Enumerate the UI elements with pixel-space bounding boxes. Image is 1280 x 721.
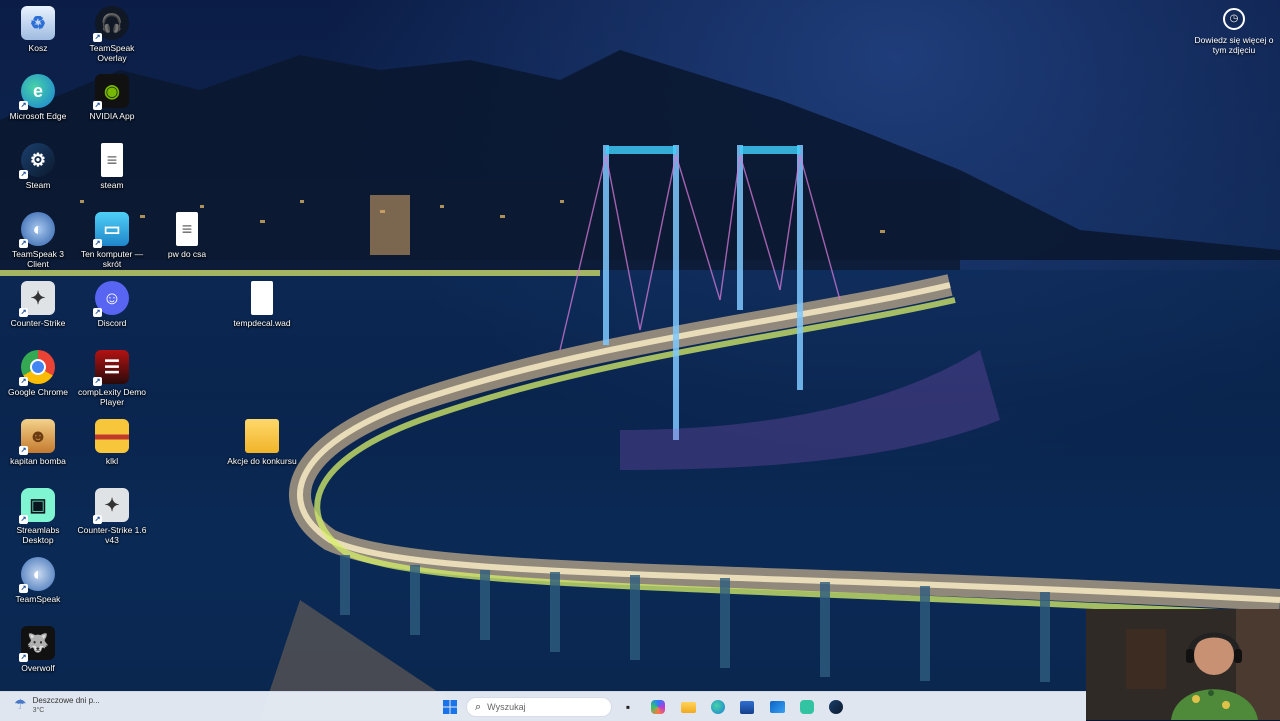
rain-cloud-icon: ☂: [14, 696, 27, 712]
file-icon: [251, 281, 273, 315]
desktop-icon-label: Steam: [25, 180, 51, 190]
desktop-icon-label: compLexity Demo Player: [77, 387, 147, 407]
desktop-icon-counter-strike[interactable]: ✦ ↗ Counter-Strike: [1, 281, 75, 328]
desktop-icon-akcje-do-konkursu[interactable]: Akcje do konkursu: [225, 419, 299, 466]
desktop-icon-label: Microsoft Edge: [9, 111, 67, 121]
desktop-icon-nvidia-app[interactable]: ◉ ↗ NVIDIA App: [75, 74, 149, 121]
text-file-icon: ≡: [176, 212, 198, 246]
desktop-icon-steam-file[interactable]: ≡ steam: [75, 143, 149, 190]
desktop-icon-kapitan-bomba[interactable]: ☻ ↗ kapitan bomba: [1, 419, 75, 466]
desktop-icon-label: Google Chrome: [7, 387, 68, 397]
desktop-icon-label: steam: [100, 180, 124, 190]
desktop-icon-teamspeak[interactable]: ◐ ↗ TeamSpeak: [1, 557, 75, 604]
file-explorer-button[interactable]: [678, 697, 698, 717]
desktop-icon-label: TeamSpeak Overlay: [89, 43, 135, 63]
desktop-icon-label: tempdecal.wad: [233, 318, 291, 328]
teamspeak3-icon: ◐ ↗: [19, 212, 55, 248]
task-view-icon: ▪: [625, 700, 631, 714]
recycle-bin-icon: ♻: [21, 6, 55, 40]
computer-icon: ▭ ↗: [93, 212, 129, 248]
teamspeak-overlay-icon: 🎧 ↗: [93, 6, 129, 42]
store-icon: [740, 700, 754, 714]
outlook-icon: [769, 701, 785, 713]
demo-player-icon: ☰ ↗: [93, 350, 129, 386]
streamlabs-taskbar-button[interactable]: [797, 697, 817, 717]
copilot-button[interactable]: [648, 697, 668, 717]
desktop-icon-label: Counter-Strike: [10, 318, 66, 328]
desktop-icon-tempdecal[interactable]: tempdecal.wad: [225, 281, 299, 328]
webcam-person-image: [1086, 609, 1280, 720]
desktop-icon-label: pw do csa: [167, 249, 207, 259]
desktop-icon-overwolf[interactable]: 🐺 ↗ Overwolf: [1, 626, 75, 673]
edge-taskbar-button[interactable]: [708, 697, 728, 717]
desktop-icon-label: Streamlabs Desktop: [16, 525, 60, 545]
desktop-icon-label: Discord: [97, 318, 127, 328]
chrome-icon: ↗: [19, 350, 55, 386]
overwolf-icon: 🐺 ↗: [19, 626, 55, 662]
desktop-icon-label: Kosz: [28, 43, 48, 53]
desktop-icon-label: kapitan bomba: [10, 456, 66, 466]
teamspeak-icon: ◐ ↗: [19, 557, 55, 593]
store-button[interactable]: [737, 697, 757, 717]
file-explorer-icon: [680, 701, 696, 713]
weather-widget[interactable]: ☂ Deszczowe dni p... 3°C: [14, 696, 100, 715]
taskbar: ☂ Deszczowe dni p... 3°C ⌕ Wyszukaj ▪: [0, 691, 1086, 721]
camera-info-icon: ◷: [1223, 8, 1245, 30]
desktop-icon-recycle-bin[interactable]: ♻ Kosz: [1, 6, 75, 53]
desktop-icon-discord[interactable]: ☺ ↗ Discord: [75, 281, 149, 328]
desktop-icon-label: Counter-Strike 1.6 v43: [77, 525, 147, 545]
desktop-icon-counter-strike-16[interactable]: ✦ ↗ Counter-Strike 1.6 v43: [75, 488, 149, 545]
counter-strike-16-icon: ✦ ↗: [93, 488, 129, 524]
desktop-icon-label: Ten komputer — skrót: [80, 249, 144, 269]
edge-icon: e ↗: [19, 74, 55, 110]
folder-archive-icon: [95, 419, 129, 453]
weather-temperature: 3°C: [32, 707, 45, 714]
nvidia-icon: ◉ ↗: [93, 74, 129, 110]
text-file-icon: ≡: [101, 143, 123, 177]
outlook-button[interactable]: [767, 697, 787, 717]
edge-icon: [711, 700, 725, 714]
desktop-icon-pw-do-csa[interactable]: ≡ pw do csa: [150, 212, 224, 259]
desktop-icon-complexity-demo-player[interactable]: ☰ ↗ compLexity Demo Player: [75, 350, 149, 407]
discord-icon: ☺ ↗: [93, 281, 129, 317]
desktop-icon-teamspeak3[interactable]: ◐ ↗ TeamSpeak 3 Client: [1, 212, 75, 269]
start-icon: [443, 700, 457, 714]
streamlabs-icon: ▣ ↗: [19, 488, 55, 524]
weather-title: Deszczowe dni p...: [32, 696, 100, 705]
desktop-icon-label: klkl: [105, 456, 119, 466]
steam-icon: ⚙ ↗: [19, 143, 55, 179]
counter-strike-icon: ✦ ↗: [19, 281, 55, 317]
kapitan-bomba-icon: ☻ ↗: [19, 419, 55, 455]
search-icon: ⌕: [475, 700, 482, 713]
streamlabs-icon: [800, 700, 814, 714]
taskbar-search[interactable]: ⌕ Wyszukaj: [466, 697, 612, 717]
folder-icon: [245, 419, 279, 453]
search-placeholder: Wyszukaj: [487, 702, 526, 712]
desktop-icon-label: NVIDIA App: [89, 111, 135, 121]
desktop-icon-teamspeak-overlay[interactable]: 🎧 ↗ TeamSpeak Overlay: [75, 6, 149, 63]
start-button[interactable]: [440, 697, 460, 717]
desktop-icon-label: TeamSpeak 3 Client: [12, 249, 64, 269]
steam-taskbar-button[interactable]: [826, 697, 846, 717]
task-view-button[interactable]: ▪: [618, 697, 638, 717]
learn-more-about-picture[interactable]: ◷ Dowiedz się więcej o tym zdjęciu: [1194, 8, 1274, 55]
desktop-icon-streamlabs[interactable]: ▣ ↗ Streamlabs Desktop: [1, 488, 75, 545]
desktop-icon-this-pc[interactable]: ▭ ↗ Ten komputer — skrót: [75, 212, 149, 269]
desktop-icon-steam[interactable]: ⚙ ↗ Steam: [1, 143, 75, 190]
steam-icon: [829, 700, 843, 714]
desktop-icon-klkl[interactable]: klkl: [75, 419, 149, 466]
desktop-icon-label: Overwolf: [21, 663, 55, 673]
webcam-overlay: [1086, 609, 1280, 720]
copilot-icon: [651, 700, 665, 714]
desktop-icon-microsoft-edge[interactable]: e ↗ Microsoft Edge: [1, 74, 75, 121]
desktop-icon-label: Akcje do konkursu: [227, 456, 297, 466]
learn-more-label: Dowiedz się więcej o tym zdjęciu: [1194, 35, 1274, 55]
desktop-icon-label: TeamSpeak: [15, 594, 61, 604]
desktop-icon-google-chrome[interactable]: ↗ Google Chrome: [1, 350, 75, 397]
